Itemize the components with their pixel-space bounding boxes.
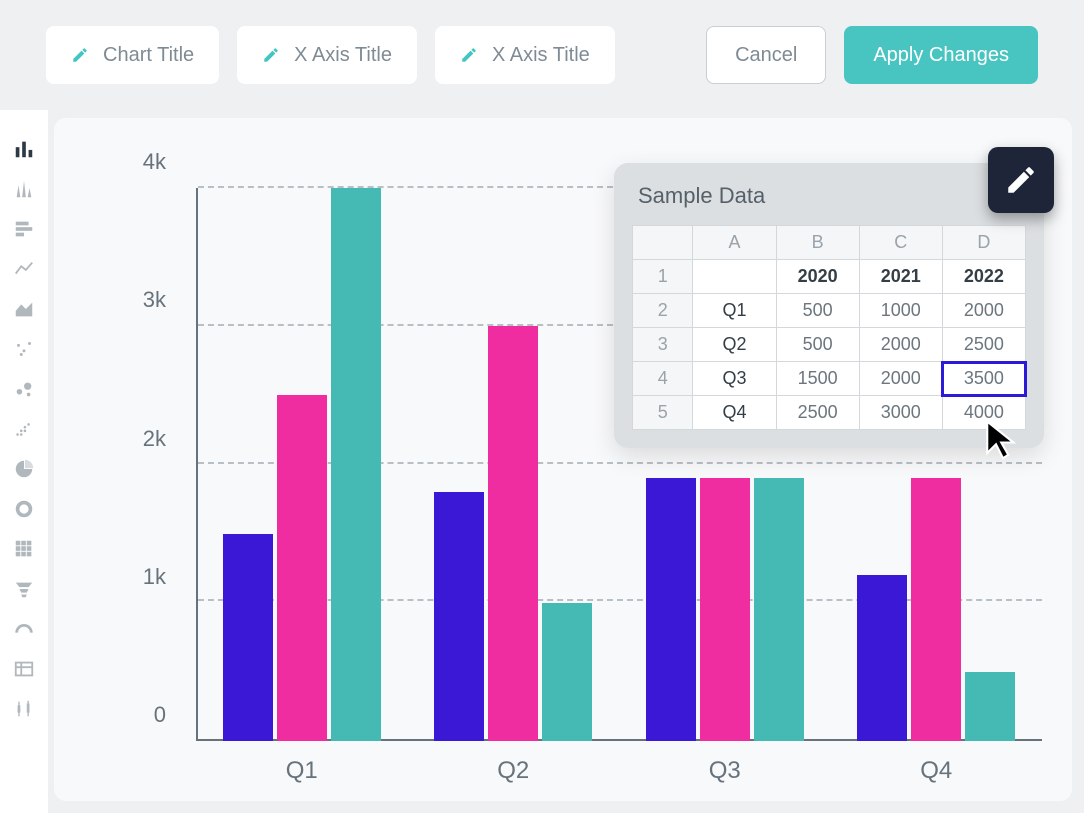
y-tick: 4k <box>143 149 166 175</box>
cancel-button[interactable]: Cancel <box>706 26 826 84</box>
x-label: Q2 <box>408 757 620 785</box>
edit-x-axis-title-button-2[interactable]: X Axis Title <box>435 26 615 84</box>
cancel-label: Cancel <box>735 44 797 67</box>
x-label: Q1 <box>196 757 408 785</box>
spike-chart-icon[interactable] <box>13 178 35 200</box>
horizontal-bar-icon[interactable] <box>13 218 35 240</box>
bar[interactable] <box>911 478 961 741</box>
topbar: Chart Title X Axis Title X Axis Title Ca… <box>0 0 1084 110</box>
y-axis: 0 1k 2k 3k 4k <box>124 188 184 741</box>
table-cell[interactable]: 2000 <box>859 328 942 362</box>
heatmap-icon[interactable] <box>13 538 35 560</box>
bar[interactable] <box>965 672 1015 741</box>
table-cell[interactable]: 500 <box>776 328 859 362</box>
table-cell[interactable]: 1500 <box>776 362 859 396</box>
bubble-chart-icon[interactable] <box>13 378 35 400</box>
table-cell[interactable]: 2500 <box>776 396 859 430</box>
pie-chart-icon[interactable] <box>13 458 35 480</box>
table-cell[interactable]: 2000 <box>859 362 942 396</box>
edit-chart-title-label: Chart Title <box>103 44 194 67</box>
edit-x-axis-title-label-1: X Axis Title <box>294 44 392 67</box>
scatter-dots-icon[interactable] <box>13 338 35 360</box>
pencil-icon <box>262 46 280 64</box>
col-header: C <box>859 226 942 260</box>
y-tick: 2k <box>143 426 166 452</box>
bar[interactable] <box>223 534 273 741</box>
data-panel-title: Sample Data <box>638 183 1026 209</box>
table-cell-selected[interactable]: 3500 <box>942 362 1025 396</box>
funnel-chart-icon[interactable] <box>13 578 35 600</box>
bar[interactable] <box>331 188 381 741</box>
area-chart-icon[interactable] <box>13 298 35 320</box>
edit-chart-title-button[interactable]: Chart Title <box>46 26 219 84</box>
line-chart-icon[interactable] <box>13 258 35 280</box>
bar-group <box>408 188 620 741</box>
table-cell[interactable]: Q2 <box>693 328 776 362</box>
y-tick: 1k <box>143 564 166 590</box>
table-cell[interactable]: 3000 <box>859 396 942 430</box>
pencil-icon <box>460 46 478 64</box>
col-header: A <box>693 226 776 260</box>
apply-changes-button[interactable]: Apply Changes <box>844 26 1038 84</box>
table-cell[interactable]: 1000 <box>859 294 942 328</box>
row-header: 3 <box>633 328 693 362</box>
row-header: 5 <box>633 396 693 430</box>
main: 0 1k 2k 3k 4k Q1 Q2 Q3 Q4 <box>0 110 1084 813</box>
table-cell[interactable]: 2021 <box>859 260 942 294</box>
sample-data-panel: Sample Data A B C D 1 2020 2021 2022 <box>614 163 1044 448</box>
row-header: 4 <box>633 362 693 396</box>
dot-plot-icon[interactable] <box>13 418 35 440</box>
chart-canvas: 0 1k 2k 3k 4k Q1 Q2 Q3 Q4 <box>54 118 1072 801</box>
edit-x-axis-title-label-2: X Axis Title <box>492 44 590 67</box>
table-cell[interactable]: Q4 <box>693 396 776 430</box>
bar[interactable] <box>542 603 592 741</box>
y-tick: 0 <box>154 702 166 728</box>
candlestick-icon[interactable] <box>13 698 35 720</box>
pencil-icon <box>71 46 89 64</box>
pencil-icon <box>1004 163 1038 197</box>
edit-data-button[interactable] <box>988 147 1054 213</box>
table-cell[interactable]: 2000 <box>942 294 1025 328</box>
x-label: Q4 <box>831 757 1043 785</box>
bar[interactable] <box>754 478 804 741</box>
apply-label: Apply Changes <box>873 44 1009 67</box>
bar[interactable] <box>646 478 696 741</box>
bar-group <box>196 188 408 741</box>
col-header: D <box>942 226 1025 260</box>
x-axis-labels: Q1 Q2 Q3 Q4 <box>196 757 1042 785</box>
bar[interactable] <box>488 326 538 741</box>
table-corner <box>633 226 693 260</box>
bar-chart-icon[interactable] <box>13 138 35 160</box>
row-header: 1 <box>633 260 693 294</box>
row-header: 2 <box>633 294 693 328</box>
edit-x-axis-title-button-1[interactable]: X Axis Title <box>237 26 417 84</box>
table-cell[interactable]: 2022 <box>942 260 1025 294</box>
table-cell[interactable]: 2020 <box>776 260 859 294</box>
x-label: Q3 <box>619 757 831 785</box>
bar[interactable] <box>277 395 327 741</box>
y-tick: 3k <box>143 287 166 313</box>
gauge-chart-icon[interactable] <box>13 618 35 640</box>
bar[interactable] <box>700 478 750 741</box>
table-cell[interactable]: Q1 <box>693 294 776 328</box>
col-header: B <box>776 226 859 260</box>
table-cell[interactable]: Q3 <box>693 362 776 396</box>
bar[interactable] <box>857 575 907 741</box>
donut-chart-icon[interactable] <box>13 498 35 520</box>
bar[interactable] <box>434 492 484 741</box>
chart-type-sidebar <box>0 110 48 813</box>
table-cell[interactable]: 500 <box>776 294 859 328</box>
data-table[interactable]: A B C D 1 2020 2021 2022 2 Q1 500 1000 <box>632 225 1026 430</box>
table-cell[interactable] <box>693 260 776 294</box>
table-cell[interactable]: 2500 <box>942 328 1025 362</box>
table-cell[interactable]: 4000 <box>942 396 1025 430</box>
table-icon[interactable] <box>13 658 35 680</box>
